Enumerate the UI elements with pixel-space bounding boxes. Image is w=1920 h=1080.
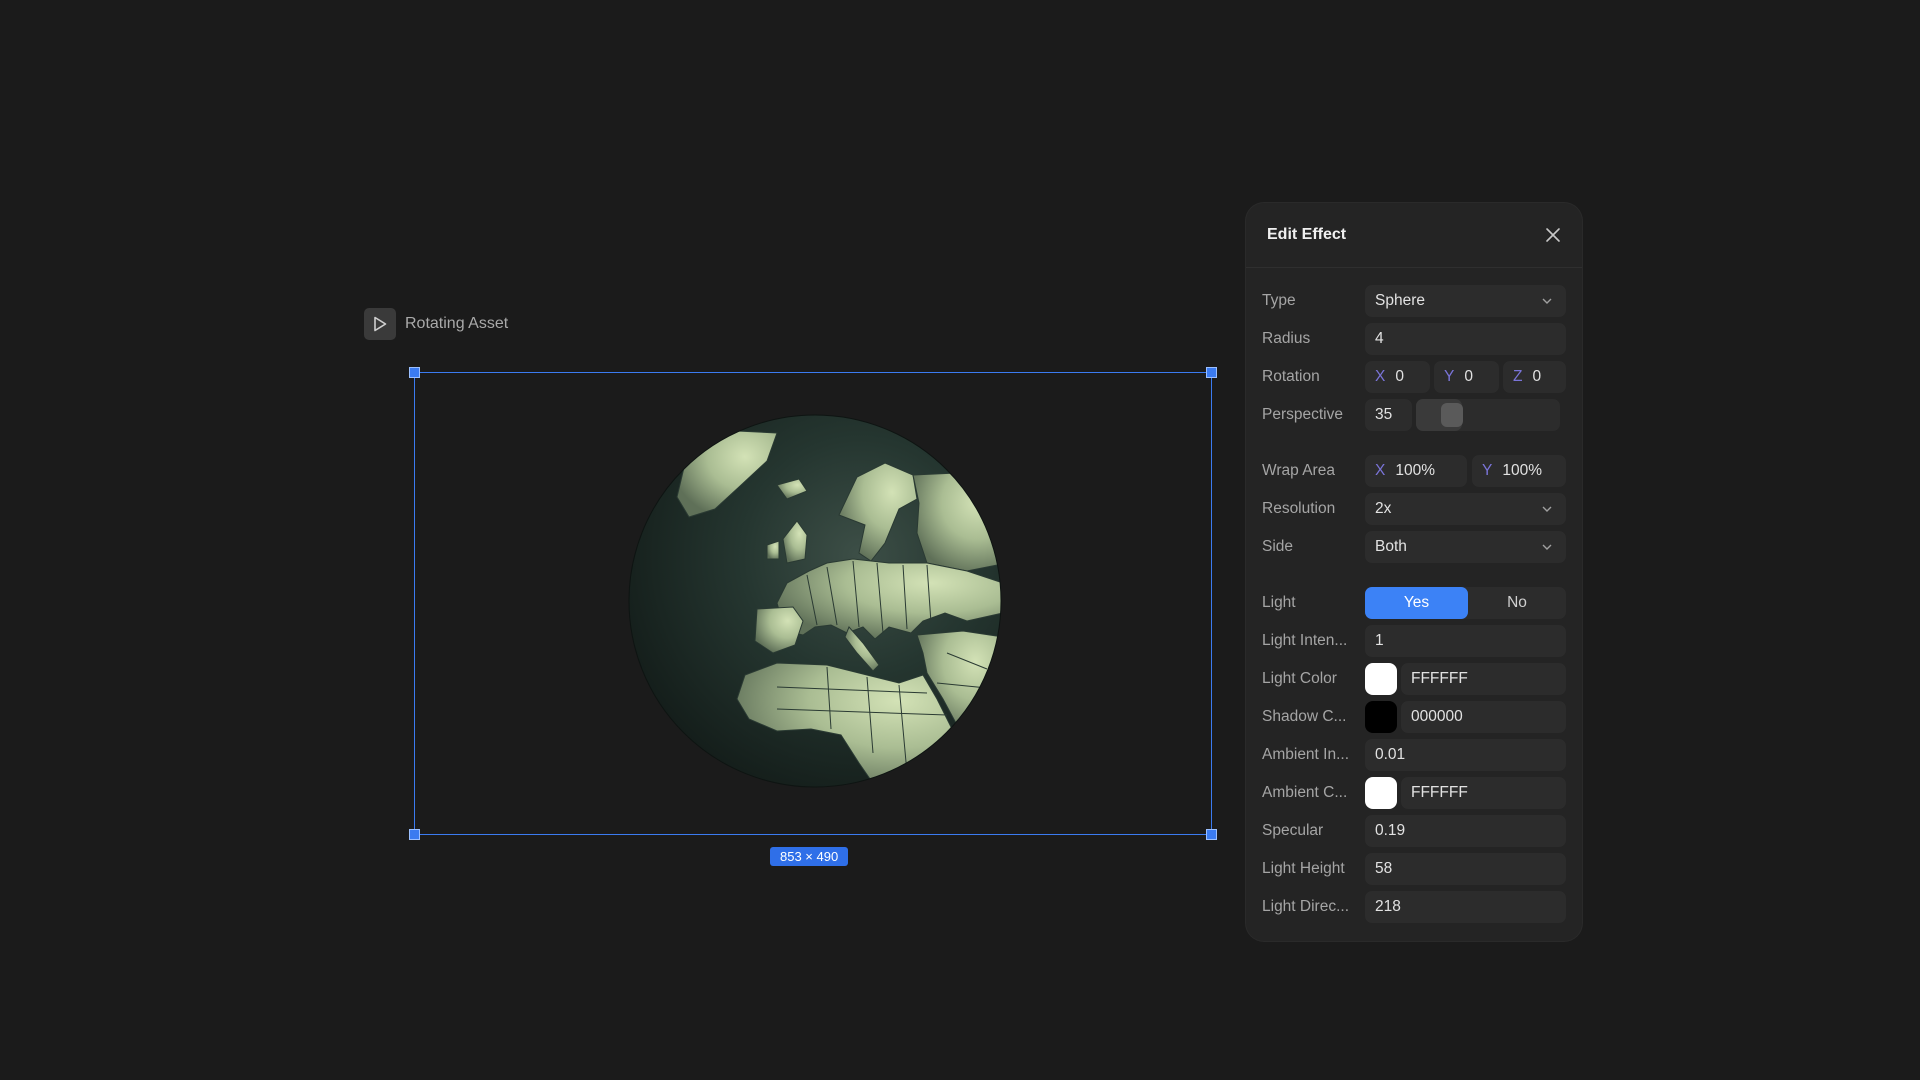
ambient-color-row: Ambient C... FFFFFF [1262, 777, 1566, 809]
panel-header: Edit Effect [1246, 203, 1582, 268]
selection-frame[interactable] [409, 367, 1217, 840]
rotation-x-input[interactable]: X0 [1365, 361, 1430, 393]
type-label: Type [1262, 292, 1296, 309]
light-direction-value: 218 [1375, 898, 1401, 915]
light-color-label: Light Color [1262, 670, 1337, 687]
light-color-row: Light Color FFFFFF [1262, 663, 1566, 695]
side-row: Side Both [1262, 531, 1566, 563]
perspective-input[interactable]: 35 [1365, 399, 1412, 431]
light-no-option[interactable]: No [1468, 587, 1566, 619]
globe-sphere [627, 413, 1003, 794]
light-color-value: FFFFFF [1411, 670, 1468, 687]
light-color-swatch[interactable] [1365, 663, 1397, 695]
rotation-x-value: 0 [1395, 368, 1404, 385]
chevron-down-icon [1542, 298, 1552, 304]
light-intensity-label: Light Inten... [1262, 632, 1348, 649]
wrap-area-y-input[interactable]: Y 100% [1472, 455, 1566, 487]
resize-handle-bottom-left[interactable] [409, 829, 420, 840]
rotation-row: Rotation X0 Y0 Z0 [1262, 361, 1566, 393]
specular-row: Specular 0.19 [1262, 815, 1566, 847]
asset-name: Rotating Asset [405, 315, 509, 332]
shadow-color-input[interactable]: 000000 [1401, 701, 1566, 733]
wrap-area-x-input[interactable]: X 100% [1365, 455, 1467, 487]
size-badge: 853 × 490 [770, 847, 849, 866]
radius-value: 4 [1375, 330, 1384, 347]
asset-header: Rotating Asset [364, 308, 508, 340]
perspective-value: 35 [1375, 406, 1393, 423]
shadow-color-value: 000000 [1411, 708, 1463, 725]
light-intensity-input[interactable]: 1 [1365, 625, 1566, 657]
wrap-area-y-axis: Y [1482, 462, 1493, 479]
chevron-down-icon [1542, 506, 1552, 512]
rotation-z-axis: Z [1513, 368, 1523, 385]
perspective-row: Perspective 35 [1262, 399, 1566, 431]
wrap-area-row: Wrap Area X 100% Y 100% [1262, 455, 1566, 487]
rotation-x-axis: X [1375, 368, 1386, 385]
resolution-select[interactable]: 2x [1365, 493, 1566, 525]
radius-row: Radius 4 [1262, 323, 1566, 355]
type-select[interactable]: Sphere [1365, 285, 1566, 317]
specular-label: Specular [1262, 822, 1324, 839]
play-icon [374, 316, 387, 332]
panel-title: Edit Effect [1267, 226, 1347, 243]
perspective-slider-thumb[interactable] [1441, 403, 1463, 427]
type-value: Sphere [1375, 292, 1425, 309]
specular-input[interactable]: 0.19 [1365, 815, 1566, 847]
light-direction-input[interactable]: 218 [1365, 891, 1566, 923]
ambient-color-value: FFFFFF [1411, 784, 1468, 801]
chevron-down-icon [1542, 544, 1552, 550]
resize-handle-top-right[interactable] [1206, 367, 1217, 378]
light-height-label: Light Height [1262, 860, 1345, 877]
wrap-area-label: Wrap Area [1262, 462, 1335, 479]
ambient-color-label: Ambient C... [1262, 784, 1348, 801]
ambient-intensity-label: Ambient In... [1262, 746, 1350, 763]
ambient-intensity-row: Ambient In... 0.01 [1262, 739, 1566, 771]
light-height-value: 58 [1375, 860, 1393, 877]
rotation-z-value: 0 [1532, 368, 1542, 385]
light-color-input[interactable]: FFFFFF [1401, 663, 1566, 695]
resize-handle-bottom-right[interactable] [1206, 829, 1217, 840]
light-intensity-value: 1 [1375, 632, 1384, 649]
rotation-y-value: 0 [1464, 368, 1473, 385]
light-intensity-row: Light Inten... 1 [1262, 625, 1566, 657]
ambient-intensity-value: 0.01 [1375, 746, 1406, 763]
play-button[interactable] [364, 308, 396, 340]
radius-input[interactable]: 4 [1365, 323, 1566, 355]
shadow-color-row: Shadow C... 000000 [1262, 701, 1566, 733]
light-row: Light Yes No [1262, 587, 1566, 619]
light-direction-row: Light Direc... 218 [1262, 891, 1566, 923]
wrap-area-x-axis: X [1375, 462, 1386, 479]
side-value: Both [1375, 538, 1407, 555]
ambient-intensity-input[interactable]: 0.01 [1365, 739, 1566, 771]
rotation-z-input[interactable]: Z0 [1503, 361, 1566, 393]
light-height-row: Light Height 58 [1262, 853, 1566, 885]
resolution-value: 2x [1375, 500, 1392, 517]
side-select[interactable]: Both [1365, 531, 1566, 563]
ambient-color-swatch[interactable] [1365, 777, 1397, 809]
light-yes-option[interactable]: Yes [1365, 587, 1468, 619]
type-row: Type Sphere [1262, 285, 1566, 317]
wrap-area-y-value: 100% [1502, 462, 1542, 479]
rotation-label: Rotation [1262, 368, 1320, 385]
side-label: Side [1262, 538, 1294, 555]
rotation-y-axis: Y [1444, 368, 1455, 385]
light-direction-label: Light Direc... [1262, 898, 1350, 915]
ambient-color-input[interactable]: FFFFFF [1401, 777, 1566, 809]
light-height-input[interactable]: 58 [1365, 853, 1566, 885]
close-icon[interactable] [1544, 226, 1562, 244]
shadow-color-swatch[interactable] [1365, 701, 1397, 733]
rotation-y-input[interactable]: Y0 [1434, 361, 1499, 393]
resolution-label: Resolution [1262, 500, 1336, 517]
perspective-label: Perspective [1262, 406, 1343, 423]
light-toggle: Yes No [1365, 587, 1566, 619]
resolution-row: Resolution 2x [1262, 493, 1566, 525]
resize-handle-top-left[interactable] [409, 367, 420, 378]
wrap-area-x-value: 100% [1395, 462, 1435, 479]
light-label: Light [1262, 594, 1296, 611]
radius-label: Radius [1262, 330, 1311, 347]
specular-value: 0.19 [1375, 822, 1406, 839]
shadow-color-label: Shadow C... [1262, 708, 1347, 725]
perspective-slider[interactable] [1416, 399, 1560, 431]
edit-effect-panel: Edit Effect Type Sphere Radius 4 Rotatio… [1246, 203, 1582, 941]
